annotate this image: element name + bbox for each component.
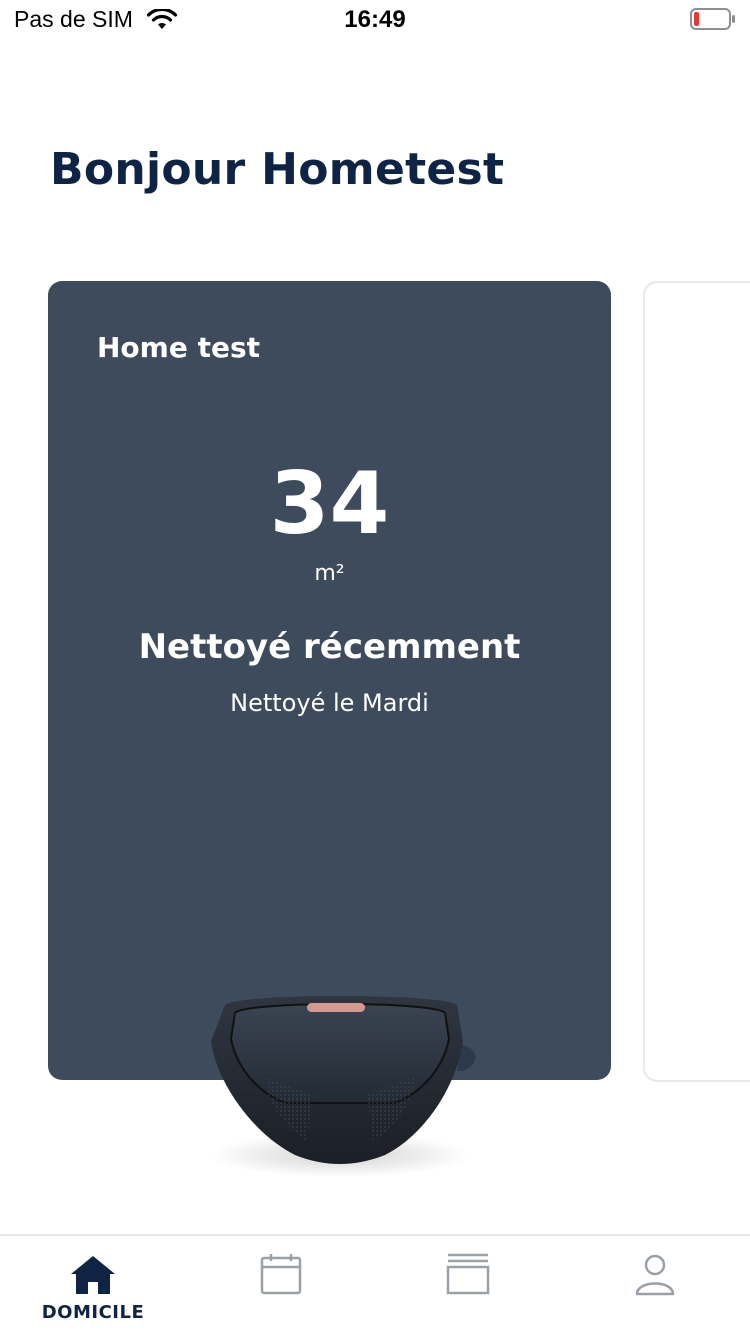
user-icon: [635, 1254, 675, 1296]
cleaned-area-value: 34: [269, 454, 390, 554]
tab-bar: DOMICILE: [0, 1234, 750, 1336]
stack-icon: [446, 1253, 490, 1295]
home-name: Home test: [97, 331, 261, 364]
robot-vacuum-image: [210, 996, 476, 1177]
cleaning-status: Nettoyé récemment: [138, 627, 521, 667]
calendar-icon: [260, 1254, 302, 1295]
battery-icon: [690, 8, 735, 30]
status-bar: Pas de SIM 16:49: [0, 0, 750, 40]
tab-home-label: DOMICILE: [41, 1302, 145, 1323]
last-cleaned-date: Nettoyé le Mardi: [230, 689, 429, 717]
home-card[interactable]: Home test 34 m² Nettoyé récemment Nettoy…: [48, 281, 611, 1080]
tab-home[interactable]: DOMICILE: [0, 1236, 186, 1336]
tab-profile[interactable]: [562, 1236, 748, 1336]
page-title: Bonjour Hometest: [50, 144, 505, 195]
battery-fill: [694, 12, 699, 26]
tab-history[interactable]: [375, 1236, 561, 1336]
home-icon: [71, 1256, 115, 1294]
clock: 16:49: [344, 6, 406, 33]
tab-calendar[interactable]: [188, 1236, 374, 1336]
next-home-card[interactable]: [643, 281, 750, 1082]
cleaned-area-unit: m²: [314, 561, 345, 586]
